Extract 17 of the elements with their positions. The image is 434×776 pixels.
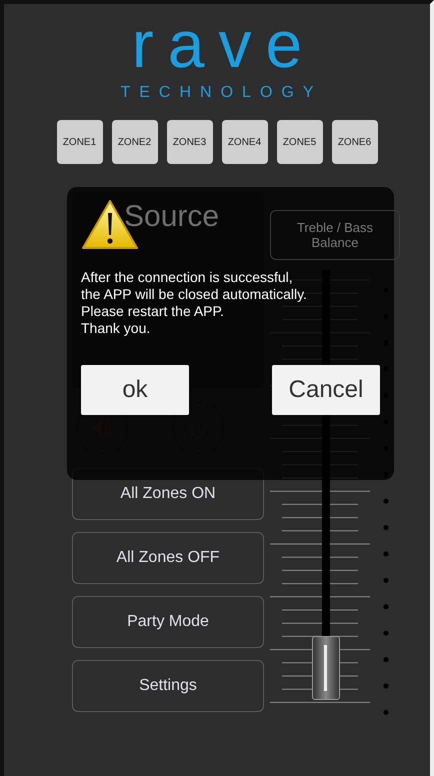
volume-slider-thumb[interactable] <box>312 636 340 700</box>
logo-tagline: TECHNOLOGY <box>119 84 322 102</box>
dialog-button[interactable]: Cancel <box>272 365 380 415</box>
tone-button[interactable]: Treble / Bass Balance <box>270 210 400 260</box>
zone-button[interactable]: ZONE5 <box>276 120 322 164</box>
zone-button[interactable]: ZONE6 <box>332 120 378 164</box>
dialog-message: After the connection is successful, the APP will be closed automatically. Please restart the APP. Thank you. <box>81 269 308 337</box>
zone-button[interactable]: ZONE4 <box>222 120 268 164</box>
zone-button[interactable]: ZONE2 <box>112 120 158 164</box>
action-button[interactable]: All Zones OFF <box>72 532 264 584</box>
source-title: Source <box>124 200 220 233</box>
dialog-button[interactable]: ok <box>81 365 189 415</box>
logo-wordmark: rave <box>130 16 316 72</box>
action-button[interactable]: Party Mode <box>72 596 264 648</box>
zone-button[interactable]: ZONE1 <box>56 120 102 164</box>
zone-button[interactable]: ZONE3 <box>166 120 212 164</box>
action-button[interactable]: Settings <box>72 660 264 712</box>
